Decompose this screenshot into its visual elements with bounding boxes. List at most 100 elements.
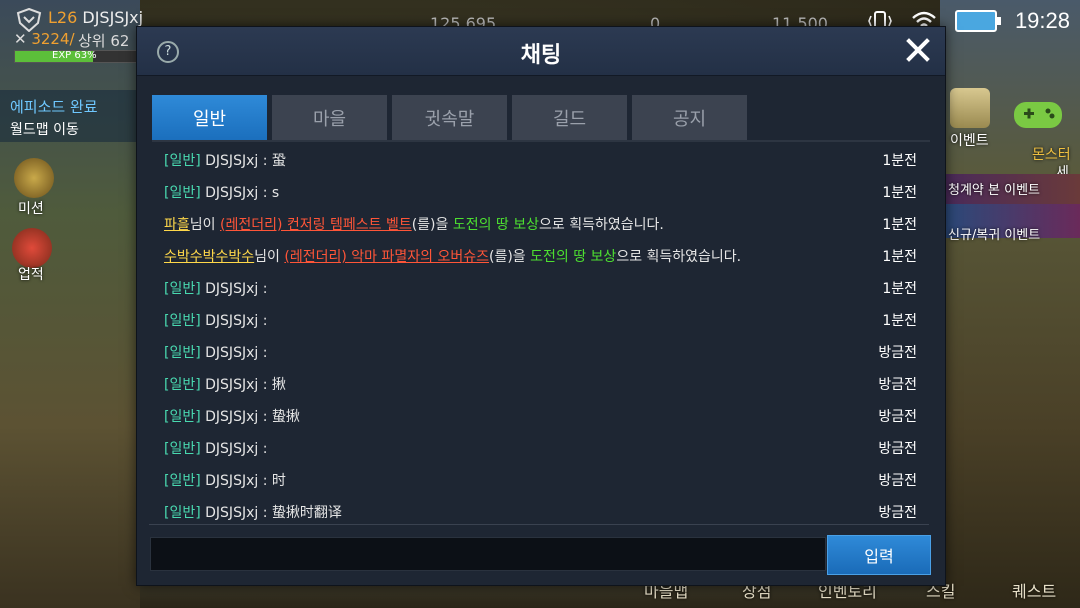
chat-message: [일반] DJSJSJxj : 蛰揪 [164, 406, 300, 426]
channel-tag: [일반] [164, 345, 201, 361]
chat-message: [일반] DJSJSJxj : [164, 278, 267, 298]
message-text: 으로 획득하였습니다. [539, 217, 664, 233]
player-link[interactable]: 파흘 [164, 217, 190, 233]
message-time: 1분전 [882, 313, 917, 329]
chat-row: [일반] DJSJSJxj : 蛩 1분전 [149, 144, 929, 176]
message-time: 1분전 [882, 281, 917, 297]
message-text: DJSJSJxj : [200, 281, 268, 297]
player-link[interactable]: 수박수박수박수 [164, 249, 254, 265]
chat-message: [일반] DJSJSJxj : [164, 438, 267, 458]
message-time: 방금전 [878, 409, 917, 425]
message-time: 방금전 [878, 441, 917, 457]
battery-icon [954, 10, 1001, 32]
item-link[interactable]: (레전더리) 컨저링 템페스트 벨트 [220, 217, 412, 233]
monster-label: 몬스터 [1032, 147, 1071, 163]
message-time: 1분전 [882, 185, 917, 201]
combat-power: ✕ 3224/ [14, 30, 75, 48]
channel-tag: [일반] [164, 185, 201, 201]
message-text: DJSJSJxj : [200, 313, 268, 329]
message-text: DJSJSJxj : 时 [200, 473, 286, 489]
message-time: 방금전 [878, 473, 917, 489]
shield-icon [16, 8, 42, 32]
chat-row: [일반] DJSJSJxj : 揪 방금전 [149, 368, 929, 400]
tab-divider [152, 140, 930, 142]
channel-tag: [일반] [164, 441, 201, 457]
message-time: 1분전 [882, 249, 917, 265]
message-text: 님이 [189, 217, 220, 233]
nav-quest[interactable]: 퀘스트 [1012, 578, 1056, 602]
tab-notice[interactable]: 공지 [632, 95, 747, 140]
message-time: 방금전 [878, 377, 917, 393]
chat-message: [일반] DJSJSJxj : [164, 342, 267, 362]
chat-tabs: 일반 마을 귓속말 길드 공지 [152, 95, 747, 140]
tab-whisper[interactable]: 귓속말 [392, 95, 507, 140]
modal-header: ? 채팅 [137, 27, 945, 76]
event-label: 이벤트 [950, 133, 989, 149]
achievement-label: 업적 [18, 267, 44, 283]
message-time: 1분전 [882, 153, 917, 169]
gamepad-icon[interactable] [1012, 98, 1064, 132]
close-icon[interactable] [905, 37, 931, 63]
message-text: DJSJSJxj : 蛰揪时翻译 [200, 505, 342, 521]
player-rank: 상위 62 [78, 32, 130, 50]
chat-message: 수박수박수박수님이 (레전더리) 악마 파멸자의 오버슈즈(를)을 도전의 땅 … [164, 246, 741, 266]
chat-message: [일반] DJSJSJxj : 蛩 [164, 150, 286, 170]
modal-title: 채팅 [520, 43, 562, 68]
channel-tag: [일반] [164, 281, 201, 297]
achievement-icon[interactable] [12, 228, 52, 268]
chat-row: 수박수박수박수님이 (레전더리) 악마 파멸자의 오버슈즈(를)을 도전의 땅 … [149, 240, 929, 272]
chat-log[interactable]: [일반] DJSJSJxj : 蛩 1분전 [일반] DJSJSJxj : s 1분전… [149, 144, 929, 526]
chat-row: [일반] DJSJSJxj : 방금전 [149, 336, 929, 368]
episode-title: 에피소드 완료 [10, 98, 98, 116]
item-link[interactable]: (레전더리) 악마 파멸자의 오버슈즈 [284, 249, 489, 265]
send-button[interactable]: 입력 [827, 535, 931, 575]
chat-message: [일반] DJSJSJxj : s [164, 182, 279, 202]
message-text: DJSJSJxj : s [200, 185, 280, 201]
exp-label: EXP 63% [52, 50, 97, 61]
message-text: DJSJSJxj : 蛩 [200, 153, 286, 169]
message-text: DJSJSJxj : 揪 [200, 377, 286, 393]
chat-input[interactable] [150, 537, 826, 571]
event-icon[interactable] [950, 88, 990, 128]
chat-message: [일반] DJSJSJxj : [164, 310, 267, 330]
message-text: DJSJSJxj : [200, 441, 268, 457]
chat-row: [일반] DJSJSJxj : 1분전 [149, 272, 929, 304]
message-time: 1분전 [882, 217, 917, 233]
episode-sub: 월드맵 이동 [10, 122, 79, 138]
chat-divider [149, 524, 929, 525]
message-time: 방금전 [878, 505, 917, 521]
place-text: 도전의 땅 보상 [530, 249, 617, 265]
chat-row: [일반] DJSJSJxj : 时 방금전 [149, 464, 929, 496]
mission-icon[interactable] [14, 158, 54, 198]
clock: 19:28 [1014, 8, 1070, 33]
message-text: DJSJSJxj : 蛰揪 [200, 409, 300, 425]
chat-row: [일반] DJSJSJxj : 1분전 [149, 304, 929, 336]
channel-tag: [일반] [164, 473, 201, 489]
channel-tag: [일반] [164, 409, 201, 425]
chat-message: [일반] DJSJSJxj : 蛰揪时翻译 [164, 502, 342, 522]
chat-row: 파흘님이 (레전더리) 컨저링 템페스트 벨트(를)을 도전의 땅 보상으로 획… [149, 208, 929, 240]
message-text: (를)을 [488, 249, 531, 265]
chat-row: [일반] DJSJSJxj : 蛰揪 방금전 [149, 400, 929, 432]
tab-guild[interactable]: 길드 [512, 95, 627, 140]
message-time: 방금전 [878, 345, 917, 361]
message-text: DJSJSJxj : [200, 345, 268, 361]
message-text: 님이 [254, 249, 285, 265]
chat-modal: ? 채팅 일반 마을 귓속말 길드 공지 [일반] DJSJSJxj : 蛩 1분… [136, 26, 946, 586]
chat-row: [일반] DJSJSJxj : 방금전 [149, 432, 929, 464]
player-name: L26 DJSJSJxj [48, 8, 144, 27]
tab-general[interactable]: 일반 [152, 95, 267, 140]
chat-row: [일반] DJSJSJxj : s 1분전 [149, 176, 929, 208]
mission-label: 미션 [18, 201, 44, 217]
chat-message: 파흘님이 (레전더리) 컨저링 템페스트 벨트(를)을 도전의 땅 보상으로 획… [164, 214, 664, 234]
event-banner-1[interactable]: 청계약 본 이벤트 [944, 174, 1080, 204]
tab-village[interactable]: 마을 [272, 95, 387, 140]
message-text: (를)을 [411, 217, 453, 233]
message-text: 으로 획득하였습니다. [616, 249, 742, 265]
place-text: 도전의 땅 보상 [452, 217, 540, 233]
channel-tag: [일반] [164, 377, 201, 393]
chat-message: [일반] DJSJSJxj : 时 [164, 470, 286, 490]
channel-tag: [일반] [164, 505, 201, 521]
event-banner-2[interactable]: 신규/복귀 이벤트 [944, 204, 1080, 243]
chat-message: [일반] DJSJSJxj : 揪 [164, 374, 286, 394]
